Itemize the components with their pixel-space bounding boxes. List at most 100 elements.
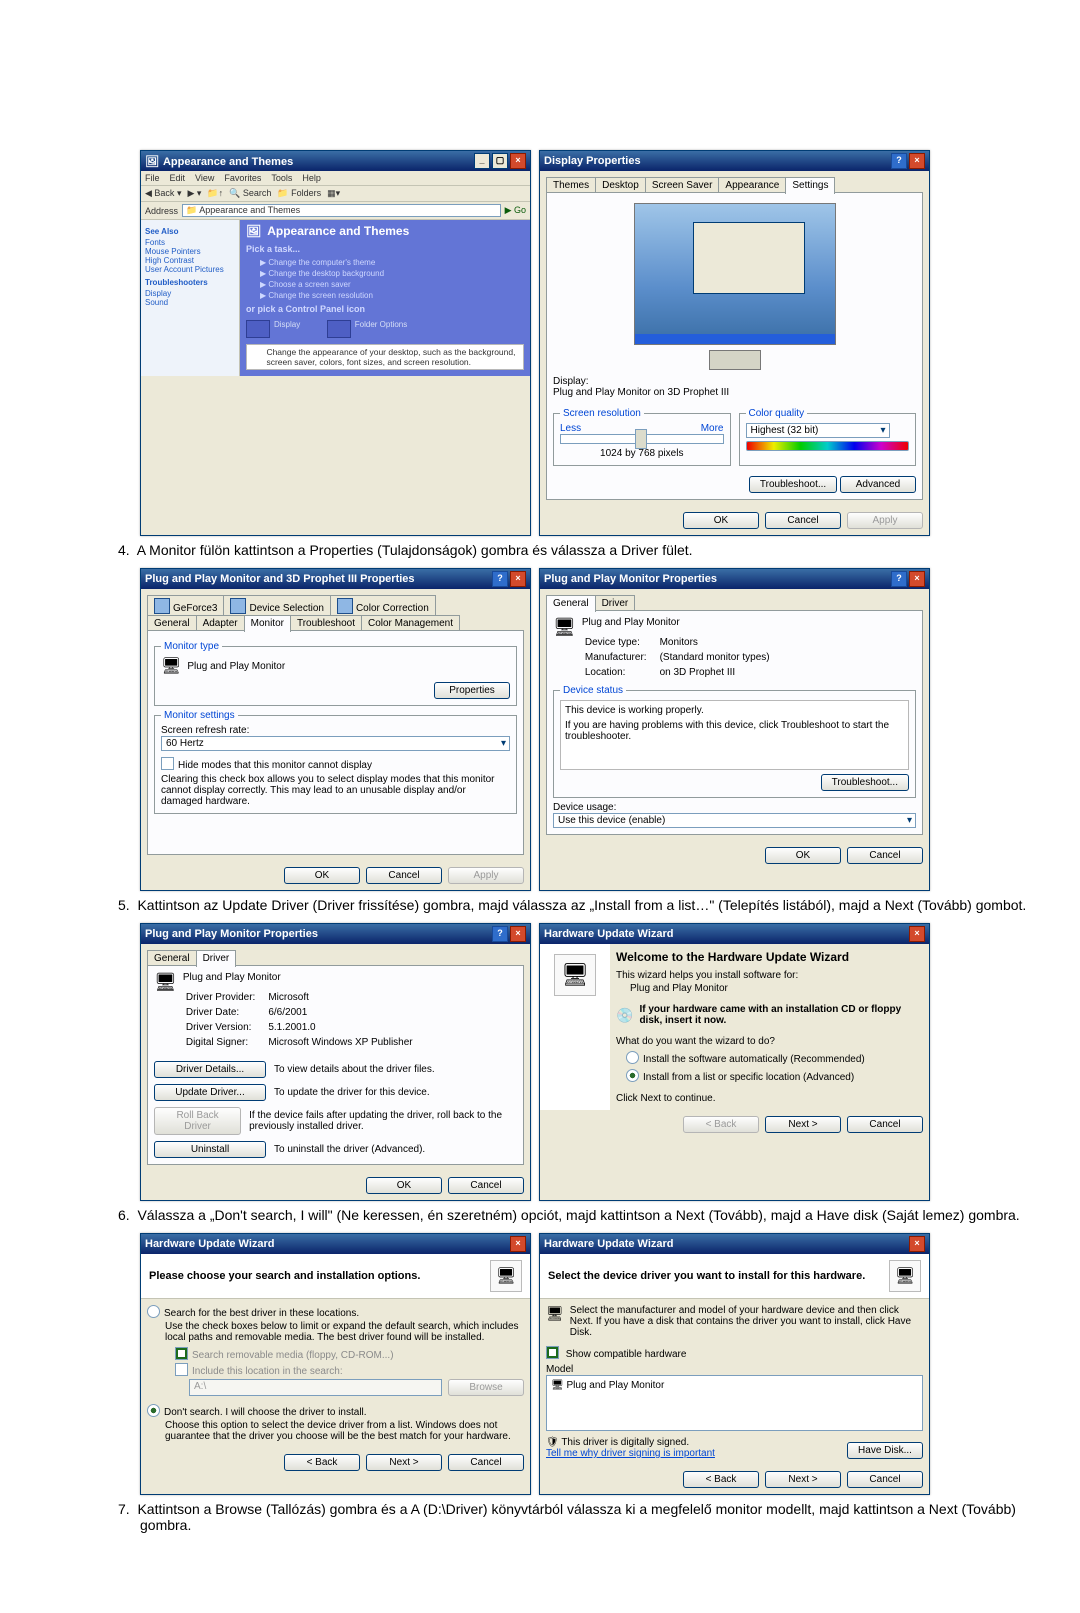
next-button[interactable]: Next > xyxy=(765,1471,841,1488)
location-input[interactable]: A:\ xyxy=(189,1379,442,1396)
task-screen-saver[interactable]: ▶ Choose a screen saver xyxy=(260,280,524,289)
cancel-button[interactable]: Cancel xyxy=(847,847,923,864)
advanced-button[interactable]: Advanced xyxy=(840,476,916,493)
menu-edit[interactable]: Edit xyxy=(170,173,186,183)
color-quality-select[interactable]: Highest (32 bit) xyxy=(746,423,890,438)
help-icon[interactable]: ? xyxy=(492,571,508,587)
views-button[interactable]: ▦▾ xyxy=(327,188,340,199)
menu-view[interactable]: View xyxy=(195,173,214,183)
forward-button[interactable]: ▶ ▾ xyxy=(187,188,201,199)
folders-button[interactable]: 📁 Folders xyxy=(277,188,321,199)
tab-monitor[interactable]: Monitor xyxy=(244,615,291,632)
back-button[interactable]: < Back xyxy=(683,1471,759,1488)
tab-general[interactable]: General xyxy=(546,595,596,612)
link-mouse-pointers[interactable]: Mouse Pointers xyxy=(145,247,235,256)
tab-appearance[interactable]: Appearance xyxy=(718,177,786,193)
next-button[interactable]: Next > xyxy=(366,1454,442,1471)
driver-details-button[interactable]: Driver Details... xyxy=(154,1061,266,1078)
troubleshoot-button[interactable]: Troubleshoot... xyxy=(749,476,837,493)
help-icon[interactable]: ? xyxy=(891,571,907,587)
minimize-icon[interactable]: _ xyxy=(474,153,490,169)
tab-device-selection[interactable]: Device Selection xyxy=(223,595,330,616)
radio-install-auto[interactable]: Install the software automatically (Reco… xyxy=(626,1051,923,1065)
close-icon[interactable]: × xyxy=(510,571,526,587)
resolution-slider[interactable] xyxy=(560,434,724,444)
back-button[interactable]: ◀ Back ▾ xyxy=(145,188,181,199)
tab-driver[interactable]: Driver xyxy=(196,950,237,967)
close-icon[interactable]: × xyxy=(909,571,925,587)
menu-tools[interactable]: Tools xyxy=(271,173,292,183)
model-item[interactable]: Plug and Play Monitor xyxy=(566,1380,664,1391)
tab-color-mgmt[interactable]: Color Management xyxy=(361,615,460,631)
chk-show-compatible[interactable]: Show compatible hardware xyxy=(546,1346,923,1360)
menu-favorites[interactable]: Favorites xyxy=(224,173,261,183)
tab-general[interactable]: General xyxy=(147,950,197,966)
next-button[interactable]: Next > xyxy=(765,1116,841,1133)
tab-settings[interactable]: Settings xyxy=(785,177,835,194)
task-change-theme[interactable]: ▶ Change the computer's theme xyxy=(260,258,524,267)
close-icon[interactable]: × xyxy=(909,926,925,942)
help-icon[interactable]: ? xyxy=(492,926,508,942)
link-user-account-pictures[interactable]: User Account Pictures xyxy=(145,265,235,274)
cancel-button[interactable]: Cancel xyxy=(847,1116,923,1133)
radio-install-from-list[interactable]: Install from a list or specific location… xyxy=(626,1069,923,1083)
refresh-select[interactable]: 60 Hertz xyxy=(161,736,510,751)
cancel-button[interactable]: Cancel xyxy=(448,1454,524,1471)
tab-color-correction[interactable]: Color Correction xyxy=(330,595,436,616)
go-button[interactable]: ▶ Go xyxy=(505,205,526,216)
close-icon[interactable]: × xyxy=(510,926,526,942)
menu-help[interactable]: Help xyxy=(302,173,321,183)
rollback-button[interactable]: Roll Back Driver xyxy=(154,1107,241,1135)
task-change-resolution[interactable]: ▶ Change the screen resolution xyxy=(260,291,524,300)
address-input[interactable]: 📁 Appearance and Themes xyxy=(182,204,501,217)
cancel-button[interactable]: Cancel xyxy=(366,867,442,884)
troubleshoot-button[interactable]: Troubleshoot... xyxy=(821,774,909,791)
back-button[interactable]: < Back xyxy=(683,1116,759,1133)
cpl-display[interactable]: Display xyxy=(246,320,300,338)
search-button[interactable]: 🔍 Search xyxy=(229,188,271,199)
tab-driver[interactable]: Driver xyxy=(595,595,636,611)
cancel-button[interactable]: Cancel xyxy=(765,512,841,529)
link-high-contrast[interactable]: High Contrast xyxy=(145,256,235,265)
close-icon[interactable]: × xyxy=(909,1236,925,1252)
tab-screensaver[interactable]: Screen Saver xyxy=(645,177,720,193)
tab-general[interactable]: General xyxy=(147,615,197,631)
hide-modes-checkbox[interactable]: Hide modes that this monitor cannot disp… xyxy=(161,757,510,771)
up-button[interactable]: 📁↑ xyxy=(207,188,223,199)
link-sound[interactable]: Sound xyxy=(145,298,235,307)
cpl-folder-options[interactable]: Folder Options xyxy=(327,320,407,338)
ok-button[interactable]: OK xyxy=(765,847,841,864)
tab-desktop[interactable]: Desktop xyxy=(595,177,646,193)
tab-themes[interactable]: Themes xyxy=(546,177,596,193)
chk-include-location[interactable]: Include this location in the search: xyxy=(175,1363,524,1377)
maximize-icon[interactable]: ▢ xyxy=(492,153,508,169)
link-fonts[interactable]: Fonts xyxy=(145,238,235,247)
help-icon[interactable]: ? xyxy=(891,153,907,169)
browse-button[interactable]: Browse xyxy=(448,1379,524,1396)
close-icon[interactable]: × xyxy=(510,1236,526,1252)
task-change-background[interactable]: ▶ Change the desktop background xyxy=(260,269,524,278)
model-listbox[interactable]: 🖥 Plug and Play Monitor xyxy=(546,1375,923,1431)
chk-removable-media[interactable]: Search removable media (floppy, CD-ROM..… xyxy=(175,1347,524,1361)
ok-button[interactable]: OK xyxy=(366,1177,442,1194)
tab-troubleshoot[interactable]: Troubleshoot xyxy=(290,615,362,631)
ok-button[interactable]: OK xyxy=(683,512,759,529)
apply-button[interactable]: Apply xyxy=(448,867,524,884)
back-button[interactable]: < Back xyxy=(284,1454,360,1471)
uninstall-button[interactable]: Uninstall xyxy=(154,1141,266,1158)
link-display[interactable]: Display xyxy=(145,289,235,298)
update-driver-button[interactable]: Update Driver... xyxy=(154,1084,266,1101)
close-icon[interactable]: × xyxy=(909,153,925,169)
properties-button[interactable]: Properties xyxy=(434,682,510,699)
tab-adapter[interactable]: Adapter xyxy=(196,615,245,631)
radio-dont-search[interactable]: Don't search. I will choose the driver t… xyxy=(147,1404,524,1418)
tab-geforce3[interactable]: GeForce3 xyxy=(147,595,224,616)
close-icon[interactable]: × xyxy=(510,153,526,169)
tell-me-why-link[interactable]: Tell me why driver signing is important xyxy=(546,1448,715,1459)
apply-button[interactable]: Apply xyxy=(847,512,923,529)
device-usage-select[interactable]: Use this device (enable) xyxy=(553,813,916,828)
ok-button[interactable]: OK xyxy=(284,867,360,884)
radio-search-best[interactable]: Search for the best driver in these loca… xyxy=(147,1305,524,1319)
cancel-button[interactable]: Cancel xyxy=(448,1177,524,1194)
cancel-button[interactable]: Cancel xyxy=(847,1471,923,1488)
